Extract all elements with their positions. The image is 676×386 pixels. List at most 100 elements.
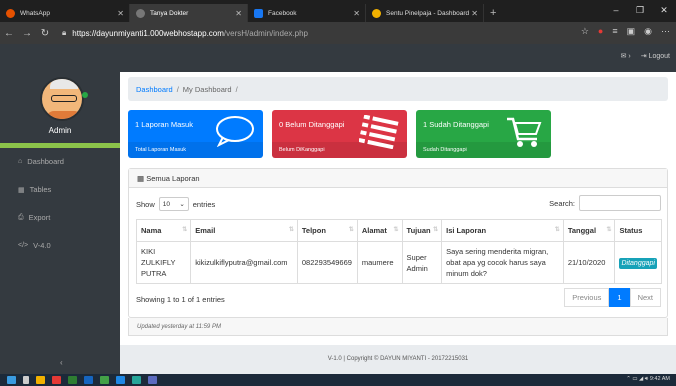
reload-icon[interactable]: ↻ (36, 28, 54, 39)
window-close-icon[interactable]: ✕ (652, 0, 676, 22)
logout-link[interactable]: ⇥ Logout (641, 52, 670, 60)
sidebar: Admin ⌂ Dashboard ▦ Tables ⎙ Export </> V-4.… (0, 72, 120, 374)
pagination-page-1[interactable]: 1 (609, 288, 630, 307)
column-header-telpon[interactable]: Telpon ⇅ (296, 219, 358, 242)
panel-header: ▦ Semua Laporan (129, 169, 667, 188)
entries-label: entries (192, 199, 216, 209)
search-icon[interactable] (23, 376, 29, 384)
column-header-alamat[interactable]: Alamat ⇅ (356, 219, 403, 242)
pagination-next[interactable]: Next (629, 288, 661, 307)
status-badge[interactable]: Ditanggapi (619, 257, 657, 269)
sort-icon: ⇅ (348, 227, 354, 233)
sort-icon: ⇅ (393, 227, 399, 233)
sidebar-item-label: Tables (29, 185, 52, 194)
url-field[interactable]: 🔒︎ https://dayunmiyanti1.000webhostapp.c… (62, 28, 308, 38)
tab-tanya-dokter[interactable]: Tanya Dokter ✕ (130, 4, 248, 22)
forward-icon[interactable]: → (18, 28, 36, 39)
reading-list-icon[interactable]: ≡ (612, 26, 617, 37)
home-icon: ⌂ (18, 158, 23, 165)
close-icon[interactable]: ✕ (471, 9, 478, 18)
cell-tanggal: 21/10/2020 (562, 241, 616, 284)
breadcrumb: Dashboard / My Dashboard / (128, 77, 668, 101)
close-icon[interactable]: ✕ (353, 9, 360, 18)
breadcrumb-dashboard-link[interactable]: Dashboard (136, 85, 173, 94)
sidebar-item-version[interactable]: </> V-4.0 (18, 241, 51, 250)
page-footer: V-1.0 | Copyright © DAYUN MIYANTI - 2017… (120, 345, 676, 374)
browser-tab-strip: WhatsApp ✕ Tanya Dokter ✕ Facebook ✕ Sen… (0, 0, 676, 22)
show-label: Show (136, 199, 155, 209)
star-icon[interactable]: ☆ (581, 26, 589, 37)
sort-icon: ⇅ (433, 227, 439, 233)
cell-tujuan: Super Admin (401, 241, 443, 284)
search-input[interactable] (579, 195, 661, 211)
pagination-previous[interactable]: Previous (564, 288, 610, 307)
app-icon[interactable] (68, 376, 77, 384)
more-icon[interactable]: ⋯ (661, 26, 670, 37)
card-sudah-ditanggapi[interactable]: 1 Sudah Ditanggapi Sudah Ditanggapi (416, 110, 551, 158)
extension-icons: ☆ ● ≡ ▣ ◉ ⋯ (581, 26, 670, 37)
table-row: KIKI ZULKIFLY PUTRA kikizulkiflyputra@gm… (135, 241, 662, 284)
print-icon: ⎙ (18, 213, 24, 221)
extension-icon[interactable]: ● (598, 26, 603, 37)
column-header-nama[interactable]: Nama ⇅ (135, 219, 192, 242)
column-label: Isi Laporan (446, 226, 487, 235)
sidebar-item-dashboard[interactable]: ⌂ Dashboard (18, 157, 64, 166)
tab-label: Sentu Pinelpaja - Dashboard (386, 9, 470, 17)
browser-icon[interactable] (52, 376, 61, 384)
profile-icon[interactable]: ◉ (644, 26, 652, 37)
app-icon[interactable] (148, 376, 157, 384)
cart-icon (507, 117, 542, 147)
column-header-tujuan[interactable]: Tujuan ⇅ (401, 219, 443, 242)
address-bar: ← → ↻ 🔒︎ https://dayunmiyanti1.000webhos… (0, 22, 676, 44)
sidebar-item-export[interactable]: ⎙ Export (18, 213, 50, 222)
collections-icon[interactable]: ▣ (627, 26, 636, 37)
app-icon[interactable] (116, 376, 125, 384)
column-header-isi-laporan[interactable]: Isi Laporan ⇅ (441, 219, 564, 242)
close-icon[interactable]: ✕ (117, 9, 124, 18)
column-header-email[interactable]: Email ⇅ (190, 219, 298, 242)
mail-icon[interactable]: ✉ › (621, 52, 631, 60)
card-belum-ditanggapi[interactable]: 0 Belum Ditanggapi Belum DiKanggapi (272, 110, 407, 158)
sidebar-divider (0, 143, 120, 148)
page-size-control: Show 10 ⌄ entries (136, 197, 215, 211)
card-title: 1 Sudah Ditanggapi (423, 120, 489, 129)
tab-whatsapp[interactable]: WhatsApp ✕ (0, 4, 130, 22)
card-laporan-masuk[interactable]: 1 Laporan Masuk Total Laporan Masuk (128, 110, 263, 158)
column-label: Status (619, 226, 643, 235)
sort-icon: ⇅ (182, 227, 188, 233)
windows-start-icon[interactable] (7, 376, 16, 384)
minimize-icon[interactable]: – (604, 0, 628, 22)
page-size-value: 10 (162, 200, 170, 208)
sidebar-item-tables[interactable]: ▦ Tables (18, 185, 51, 194)
page-size-select[interactable]: 10 ⌄ (158, 197, 189, 211)
close-icon[interactable]: ✕ (235, 9, 242, 18)
app-topbar: ✉ › ⇥ Logout (0, 44, 676, 72)
file-explorer-icon[interactable] (36, 376, 45, 384)
sort-icon: ⇅ (606, 227, 612, 233)
cell-alamat: maumere (356, 241, 403, 284)
panel-title: Semua Laporan (146, 174, 200, 183)
card-title: 0 Belum Ditanggapi (279, 120, 345, 129)
url-path: /versH/admin/index.php (223, 28, 308, 38)
cell-nama: KIKI ZULKIFLY PUTRA (135, 241, 192, 284)
new-tab-button[interactable]: + (484, 4, 502, 22)
table-header-row: Nama ⇅ Email ⇅ Telpon ⇅ Alamat ⇅ Tujuan ⇅ Isi… (135, 219, 662, 242)
cell-isi-laporan: Saya sering menderita migran, obat apa y… (441, 241, 564, 284)
clock[interactable]: 9:42 AM (650, 376, 670, 382)
excel-icon[interactable] (100, 376, 109, 384)
column-label: Tanggal (567, 226, 597, 235)
maximize-icon[interactable]: ❐ (628, 0, 652, 22)
sidebar-collapse-button[interactable]: ‹ (60, 358, 63, 367)
tab-dashboard[interactable]: Sentu Pinelpaja - Dashboard ✕ (366, 4, 484, 22)
column-label: Telpon (301, 226, 326, 235)
online-status-icon (82, 92, 88, 98)
back-icon[interactable]: ← (0, 28, 18, 39)
app-icon[interactable] (132, 376, 141, 384)
column-header-tanggal[interactable]: Tanggal ⇅ (562, 219, 616, 242)
tab-facebook[interactable]: Facebook ✕ (248, 4, 366, 22)
column-header-status[interactable]: Status (614, 219, 662, 242)
column-label: Email (195, 226, 216, 235)
word-icon[interactable] (84, 376, 93, 384)
sidebar-item-label: Dashboard (27, 157, 64, 166)
reports-table: Nama ⇅ Email ⇅ Telpon ⇅ Alamat ⇅ Tujuan ⇅ Isi… (135, 219, 662, 284)
